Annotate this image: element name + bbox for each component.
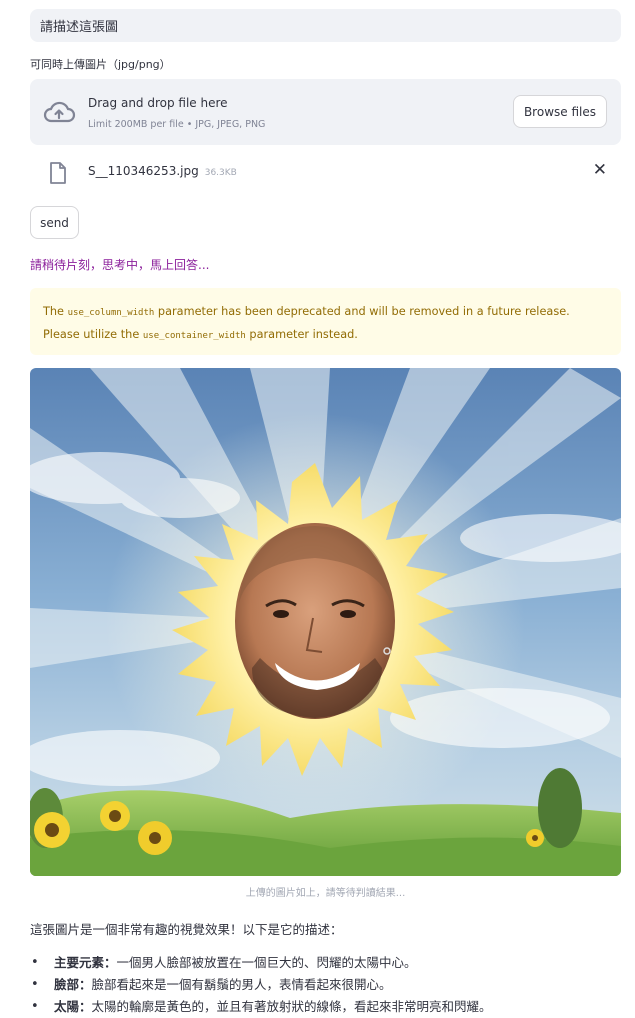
image-caption: 上傳的圖片如上，請等待判讀結果... (245, 888, 406, 899)
cloud-upload-icon (43, 101, 76, 123)
sun-baby-image (30, 368, 621, 876)
warning-text-3: parameter instead. (245, 328, 358, 341)
file-name-text: S__110346253.jpg (88, 164, 199, 178)
prompt-input[interactable] (30, 9, 621, 42)
file-dropzone[interactable]: Drag and drop file here Limit 200MB per … (30, 79, 621, 145)
warning-code-1: use_column_width (67, 308, 155, 318)
uploaded-image (30, 368, 621, 876)
item-label: 太陽： (54, 999, 92, 1014)
list-item: 主要元素：一個男人臉部被放置在一個巨大的、閃耀的太陽中心。 (30, 952, 492, 974)
uploader-label: 可同時上傳圖片（jpg/png） (30, 58, 171, 71)
warning-text-1: The (43, 305, 68, 318)
item-label: 主要元素： (54, 955, 117, 970)
dropzone-limit: Limit 200MB per file • JPG, JPEG, PNG (88, 119, 266, 130)
item-text: 一個男人臉部被放置在一個巨大的、閃耀的太陽中心。 (116, 955, 417, 970)
deprecation-warning: The use_column_width parameter has been … (30, 288, 621, 355)
warning-code-2: use_container_width (142, 331, 246, 341)
item-text: 太陽的輪廓是黃色的，並且有著放射狀的線條，看起來非常明亮和閃耀。 (91, 999, 492, 1014)
file-icon (50, 162, 66, 184)
status-text: 請稍待片刻，思考中，馬上回答... (30, 258, 210, 272)
description-intro: 這張圖片是一個非常有趣的視覺效果！以下是它的描述： (30, 922, 343, 937)
item-label: 臉部： (54, 977, 92, 992)
description-list: 主要元素：一個男人臉部被放置在一個巨大的、閃耀的太陽中心。 臉部：臉部看起來是一… (30, 952, 492, 1018)
file-name: S__110346253.jpg 36.3KB (88, 164, 237, 178)
list-item: 太陽：太陽的輪廓是黃色的，並且有著放射狀的線條，看起來非常明亮和閃耀。 (30, 996, 492, 1018)
dropzone-title: Drag and drop file here (88, 96, 228, 110)
remove-file-icon[interactable]: ✕ (593, 160, 607, 180)
item-text: 臉部看起來是一個有鬍鬚的男人，表情看起來很開心。 (91, 977, 392, 992)
browse-files-button[interactable]: Browse files (512, 95, 607, 128)
file-size: 36.3KB (204, 168, 237, 178)
send-button[interactable]: send (30, 206, 79, 239)
uploaded-file-row: S__110346253.jpg 36.3KB ✕ (30, 156, 621, 188)
list-item: 臉部：臉部看起來是一個有鬍鬚的男人，表情看起來很開心。 (30, 974, 492, 996)
